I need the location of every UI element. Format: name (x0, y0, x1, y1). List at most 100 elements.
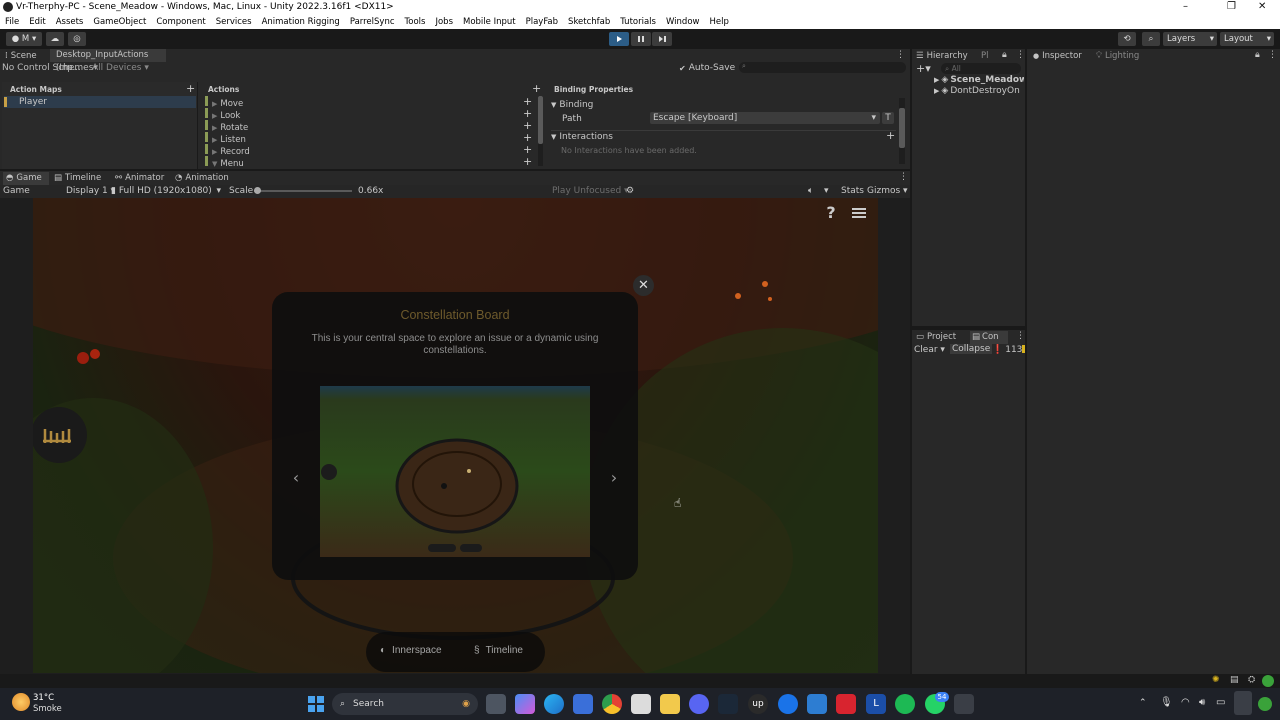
actions-search-input[interactable]: ⌕ (739, 62, 906, 73)
scrollbar-thumb[interactable] (538, 96, 543, 144)
layers-dropdown[interactable]: Layers ▾ (1163, 32, 1217, 46)
hamburger-menu-icon[interactable] (851, 205, 867, 221)
auto-save-toggle[interactable]: ✔ Auto-Save (679, 63, 735, 73)
binding-scrollbar[interactable] (899, 98, 905, 164)
tab-lighting[interactable]: 💡︎ Lighting (1096, 50, 1139, 63)
scale-slider[interactable] (254, 187, 352, 194)
action-row-menu[interactable]: ▼ Menu + (205, 156, 535, 169)
tab-scene[interactable]: ⁞ Scene (5, 50, 37, 63)
panel-menu-icon[interactable]: ⋮ (1016, 331, 1025, 341)
settings-gear-icon[interactable]: ⚙ (626, 186, 634, 196)
info-count[interactable]: ❗ 113 (992, 345, 1022, 355)
tab-timeline[interactable]: ▤ Timeline (54, 172, 101, 185)
display-dropdown[interactable]: Display 1 ▾ (66, 186, 115, 196)
copilot-icon[interactable] (515, 694, 535, 714)
tab-project[interactable]: ▭ Project (916, 331, 956, 344)
add-action-button[interactable]: + (532, 83, 541, 94)
create-button[interactable]: +▾ (916, 63, 931, 74)
task-view-icon[interactable] (486, 694, 506, 714)
close-icon[interactable]: ✕ (1258, 1, 1266, 12)
wifi-icon[interactable]: ◠ (1181, 697, 1190, 708)
search-icon[interactable]: ⌕ (1142, 32, 1160, 46)
tab-inspector[interactable]: ● Inspector (1033, 50, 1082, 63)
play-mode-dropdown[interactable]: Play Unfocused ▾ (552, 186, 629, 196)
menu-jobs[interactable]: Jobs (430, 15, 458, 29)
resolution-dropdown[interactable]: ▮ Full HD (1920x1080) ▾ (111, 186, 221, 196)
menu-edit[interactable]: Edit (24, 15, 50, 29)
panel-menu-icon[interactable]: ⋮ (899, 172, 908, 182)
menu-tools[interactable]: Tools (400, 15, 431, 29)
text-mode-button[interactable]: T (882, 112, 894, 124)
show-hidden-icons[interactable]: ⌃ (1139, 698, 1147, 708)
spotify-icon[interactable] (895, 694, 915, 714)
interactions-foldout[interactable]: ▼ Interactions (551, 132, 613, 142)
menu-tutorials[interactable]: Tutorials (615, 15, 661, 29)
menu-gameobject[interactable]: GameObject (88, 15, 151, 29)
hierarchy-item-scene[interactable]: ▶ ◈ Scene_Meadow (934, 75, 1024, 85)
modal-close-button[interactable]: ✕ (633, 275, 654, 296)
minimize-icon[interactable]: – (1183, 1, 1188, 12)
lock-icon[interactable]: 🔒︎ (1255, 50, 1260, 60)
action-row-move[interactable]: ▶ Move + (205, 96, 535, 109)
tab-animator[interactable]: ⚯ Animator (115, 172, 164, 185)
menu-assets[interactable]: Assets (51, 15, 89, 29)
next-arrow-icon[interactable]: › (602, 468, 626, 492)
file-explorer-icon[interactable] (660, 694, 680, 714)
layout-dropdown[interactable]: Layout ▾ (1220, 32, 1274, 46)
gizmos-button[interactable]: Gizmos ▾ (867, 186, 908, 196)
hierarchy-search-input[interactable]: ⌕ All (941, 63, 1021, 74)
action-map-player[interactable]: Player (4, 96, 196, 108)
discord-icon[interactable] (689, 694, 709, 714)
menu-animation-rigging[interactable]: Animation Rigging (257, 15, 345, 29)
maximize-icon[interactable]: ❐ (1227, 1, 1236, 12)
control-scheme-dropdown[interactable]: No Control Schemes ▾ (2, 63, 98, 73)
steam-icon[interactable] (718, 694, 738, 714)
collab-icon[interactable]: ◎ (68, 32, 86, 46)
collapse-button[interactable]: Collapse (950, 344, 993, 354)
menu-parrelsync[interactable]: ParrelSync (345, 15, 400, 29)
wps-icon[interactable] (836, 694, 856, 714)
action-row-look[interactable]: ▶ Look + (205, 108, 535, 121)
edge-icon[interactable] (544, 694, 564, 714)
panel-menu-icon[interactable]: ⋮ (1268, 50, 1277, 60)
menu-playfab[interactable]: PlayFab (521, 15, 563, 29)
menu-sketchfab[interactable]: Sketchfab (563, 15, 615, 29)
unity-hub-icon[interactable] (631, 694, 651, 714)
panel-menu-icon[interactable]: ⋮ (1016, 50, 1025, 60)
taskbar-search-box[interactable]: ⌕ Search ◉ (332, 693, 478, 715)
innerspace-button[interactable]: ◐ Innerspace (380, 645, 442, 656)
chrome-icon[interactable] (602, 694, 622, 714)
tab-console[interactable]: ▤ Con (970, 331, 1008, 344)
console-status-icon[interactable]: ▤ (1230, 675, 1239, 685)
microphone-icon[interactable]: 🎙︎ (1160, 697, 1173, 708)
pause-button[interactable] (631, 32, 651, 46)
notification-center-icon[interactable] (1258, 697, 1272, 711)
l-app-icon[interactable]: L (866, 694, 886, 714)
binding-foldout[interactable]: ▼ Binding (551, 100, 593, 110)
audio-icon[interactable]: 🔈︎ (808, 186, 813, 196)
scrollbar-thumb[interactable] (899, 108, 905, 148)
clear-button[interactable]: Clear ▾ (914, 345, 945, 355)
action-row-record[interactable]: ▶ Record + (205, 144, 535, 157)
network-status-icon[interactable]: ⛭ (1248, 675, 1255, 685)
account-button[interactable]: ● M ▾ (6, 32, 42, 46)
timeline-button[interactable]: § Timeline (474, 645, 523, 656)
app-icon[interactable] (807, 694, 827, 714)
game-mode-dropdown[interactable]: Game (3, 186, 30, 196)
tab-input-actions[interactable]: Desktop_InputActions (Inp... (50, 49, 166, 73)
lock-icon[interactable]: 🔒︎ (1002, 50, 1007, 60)
help-button[interactable]: ? (821, 203, 841, 223)
devices-dropdown[interactable]: All Devices ▾ (92, 63, 149, 73)
volume-icon[interactable]: 🔊︎ (1199, 697, 1205, 708)
add-action-map-button[interactable]: + (186, 83, 195, 94)
tab-game[interactable]: ◓ Game (3, 172, 49, 185)
add-interaction-button[interactable]: + (886, 130, 895, 141)
stats-button[interactable]: Stats (841, 186, 864, 196)
maps-icon[interactable] (778, 694, 798, 714)
history-icon[interactable]: ⟲ (1118, 32, 1136, 46)
step-button[interactable] (652, 32, 672, 46)
cloud-icon[interactable]: ☁ (46, 32, 64, 46)
weather-icon[interactable] (12, 693, 30, 711)
menu-file[interactable]: File (0, 15, 24, 29)
add-binding-icon[interactable]: + (523, 156, 532, 168)
